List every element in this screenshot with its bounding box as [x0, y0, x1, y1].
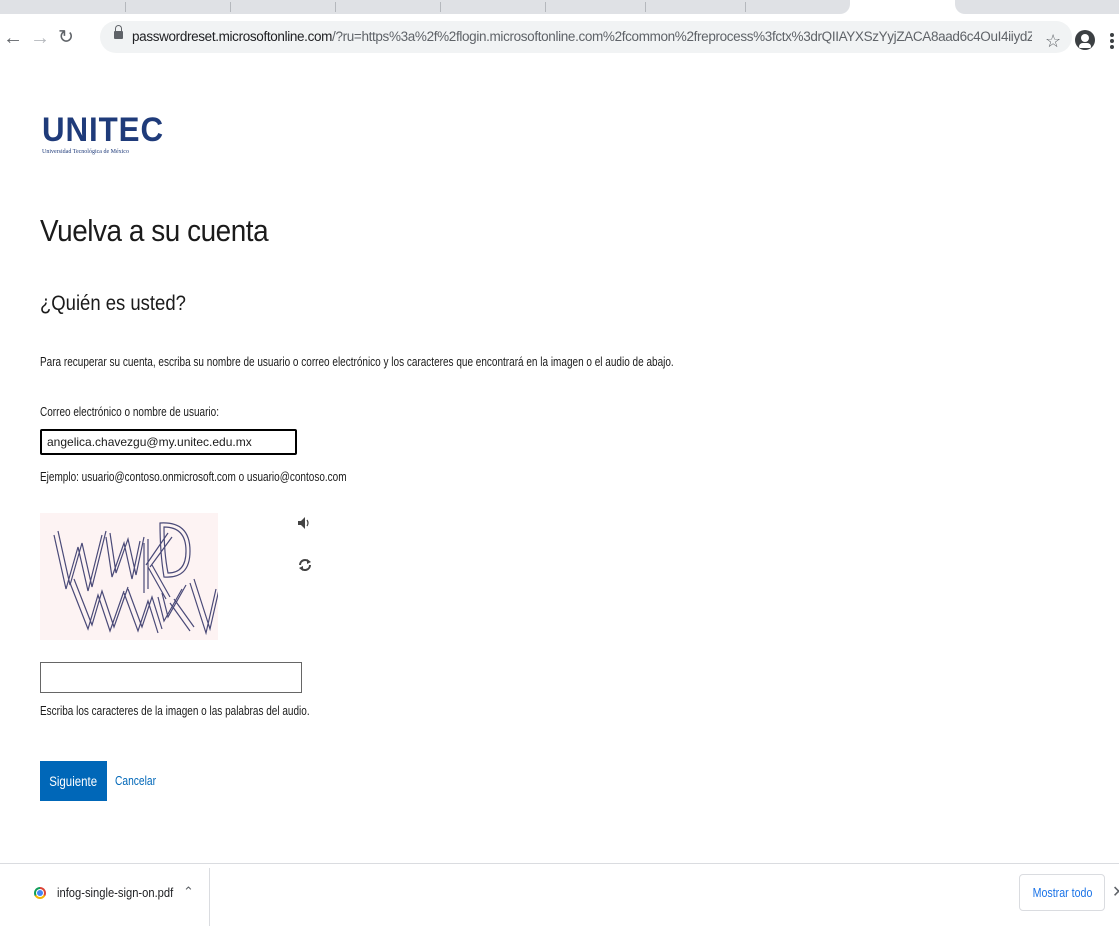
- logo-text: UNITEC: [42, 111, 164, 149]
- email-field-label: Correo electrónico o nombre de usuario:: [40, 405, 219, 419]
- shelf-divider: [209, 868, 210, 926]
- browser-toolbar: ← → ↻ passwordreset.microsoftonline.com/…: [0, 14, 1119, 60]
- show-all-label: Mostrar todo: [1032, 885, 1092, 900]
- unitec-logo: UNITEC Universidad Tecnológica de México: [42, 113, 175, 155]
- inactive-tab-right[interactable]: [955, 0, 1119, 14]
- kebab-menu-icon[interactable]: [1110, 33, 1114, 51]
- url-host: passwordreset.microsoftonline.com: [132, 29, 333, 44]
- address-bar[interactable]: passwordreset.microsoftonline.com/?ru=ht…: [100, 21, 1072, 53]
- tab-separator: [545, 2, 546, 12]
- cancel-link[interactable]: Cancelar: [115, 774, 156, 788]
- tab-separator: [230, 2, 231, 12]
- page-title: Vuelva a su cuenta: [40, 213, 269, 248]
- download-shelf: infog-single-sign-on.pdf ⌃ Mostrar todo …: [0, 863, 1119, 929]
- tab-strip: [0, 0, 1119, 14]
- instructions-text: Para recuperar su cuenta, escriba su nom…: [40, 355, 674, 369]
- show-all-button[interactable]: Mostrar todo: [1019, 874, 1105, 911]
- next-button[interactable]: Siguiente: [40, 761, 107, 801]
- lock-icon[interactable]: [114, 25, 123, 39]
- captcha-image: [40, 513, 221, 640]
- star-icon[interactable]: ☆: [1045, 32, 1061, 50]
- reload-icon[interactable]: ↻: [58, 28, 74, 48]
- url-path: /?ru=https%3a%2f%2flogin.microsoftonline…: [332, 29, 1032, 44]
- audio-captcha-icon[interactable]: [297, 516, 311, 530]
- tab-separator: [335, 2, 336, 12]
- email-field[interactable]: [40, 429, 297, 455]
- section-title: ¿Quién es usted?: [40, 292, 186, 315]
- captcha-distorted-text: [53, 522, 221, 636]
- url-text[interactable]: passwordreset.microsoftonline.com/?ru=ht…: [132, 29, 1032, 44]
- forward-arrow-icon[interactable]: →: [30, 28, 50, 48]
- next-button-label: Siguiente: [49, 773, 98, 789]
- profile-icon[interactable]: [1075, 30, 1095, 50]
- refresh-captcha-icon[interactable]: [297, 557, 313, 573]
- chevron-up-icon[interactable]: ⌃: [183, 884, 194, 900]
- captcha-input[interactable]: [40, 662, 302, 693]
- logo-subtitle: Universidad Tecnológica de México: [42, 149, 129, 155]
- chrome-file-icon: [34, 887, 46, 899]
- captcha-help-text: Escriba los caracteres de la imagen o la…: [40, 704, 310, 718]
- inactive-tabs-background: [0, 0, 850, 14]
- tab-separator: [125, 2, 126, 12]
- close-icon[interactable]: ✕: [1112, 882, 1119, 902]
- download-file-name[interactable]: infog-single-sign-on.pdf: [57, 885, 173, 900]
- tab-separator: [440, 2, 441, 12]
- example-text: Ejemplo: usuario@contoso.onmicrosoft.com…: [40, 470, 347, 484]
- tab-separator: [745, 2, 746, 12]
- tab-separator: [645, 2, 646, 12]
- back-arrow-icon[interactable]: ←: [3, 28, 23, 48]
